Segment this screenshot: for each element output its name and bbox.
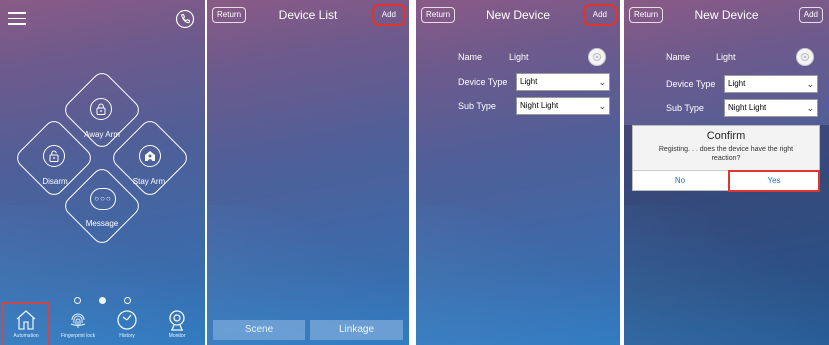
add-button[interactable]: Add — [798, 7, 823, 23]
scene-button[interactable]: Scene — [213, 320, 305, 340]
lock-open-icon — [43, 145, 65, 167]
new-device-confirm-screen: Return New Device Add Name Light Device … — [624, 0, 829, 345]
tab-monitor-label: Monitor — [168, 333, 186, 339]
device-type-label: Device Type — [666, 79, 716, 89]
hamburger-menu-icon[interactable] — [8, 12, 26, 26]
add-button[interactable]: Add — [371, 4, 407, 26]
tab-fingerprint-lock[interactable]: Fingerprint lock — [56, 305, 100, 345]
sub-type-label: Sub Type — [666, 103, 704, 113]
add-button[interactable]: Add — [582, 4, 618, 26]
clock-icon — [117, 310, 137, 330]
dialog-title: Confirm — [706, 130, 746, 142]
yes-button[interactable]: Yes — [728, 170, 820, 192]
sub-type-label: Sub Type — [458, 101, 496, 111]
tab-fingerprint-lock-label: Fingerprint lock — [60, 333, 96, 339]
sub-type-value: Night Light — [728, 103, 767, 112]
device-type-select[interactable]: Light ⌄ — [724, 75, 818, 93]
dialog-button-bar: No Yes — [633, 170, 820, 192]
chevron-down-icon: ⌄ — [806, 79, 814, 89]
name-label: Name — [458, 52, 483, 62]
name-value: Light — [509, 52, 529, 62]
tab-automation[interactable]: Automation — [2, 302, 50, 345]
device-type-value: Light — [520, 77, 538, 86]
message-bubble-icon: ○○○ — [90, 188, 116, 210]
device-type-label: Device Type — [458, 77, 508, 87]
device-list-screen: Return Device List Add Scene Linkage — [207, 0, 409, 345]
tab-history[interactable]: History — [107, 305, 147, 345]
house-icon — [16, 310, 36, 330]
confirm-dialog: Confirm Registing. . . does the device h… — [632, 125, 820, 192]
camera-icon — [169, 310, 185, 331]
tab-history-label: History — [119, 333, 135, 339]
name-label: Name — [666, 52, 691, 62]
name-value: Light — [716, 52, 736, 62]
new-device-screen: Return New Device Add Name Light Device … — [416, 0, 620, 345]
tab-automation-label: Automation — [13, 333, 39, 339]
light-bulb-icon[interactable] — [588, 48, 606, 66]
lock-closed-icon — [90, 98, 112, 120]
bottom-tab-bar: Automation Fingerprint lock History Moni… — [0, 302, 205, 345]
chevron-down-icon: ⌄ — [598, 77, 606, 87]
home-person-icon — [139, 145, 161, 167]
sub-type-value: Night Light — [520, 101, 559, 110]
dialog-message: Registing. . . does the device have the … — [658, 146, 794, 162]
device-type-select[interactable]: Light ⌄ — [516, 73, 610, 91]
linkage-button[interactable]: Linkage — [310, 320, 403, 340]
fingerprint-icon — [70, 313, 86, 328]
no-button[interactable]: No — [637, 173, 723, 189]
phone-icon[interactable] — [175, 9, 195, 29]
light-bulb-icon[interactable] — [796, 48, 814, 66]
sub-type-select[interactable]: Night Light ⌄ — [516, 97, 610, 115]
message-label: Message — [85, 219, 119, 228]
tab-monitor[interactable]: Monitor — [157, 305, 197, 345]
device-type-value: Light — [728, 79, 746, 88]
chevron-down-icon: ⌄ — [598, 101, 606, 111]
home-screen: Away Arm Disarm Stay Arm ○○○ Message Aut… — [0, 0, 205, 345]
chevron-down-icon: ⌄ — [806, 103, 814, 113]
sub-type-select[interactable]: Night Light ⌄ — [724, 99, 818, 117]
